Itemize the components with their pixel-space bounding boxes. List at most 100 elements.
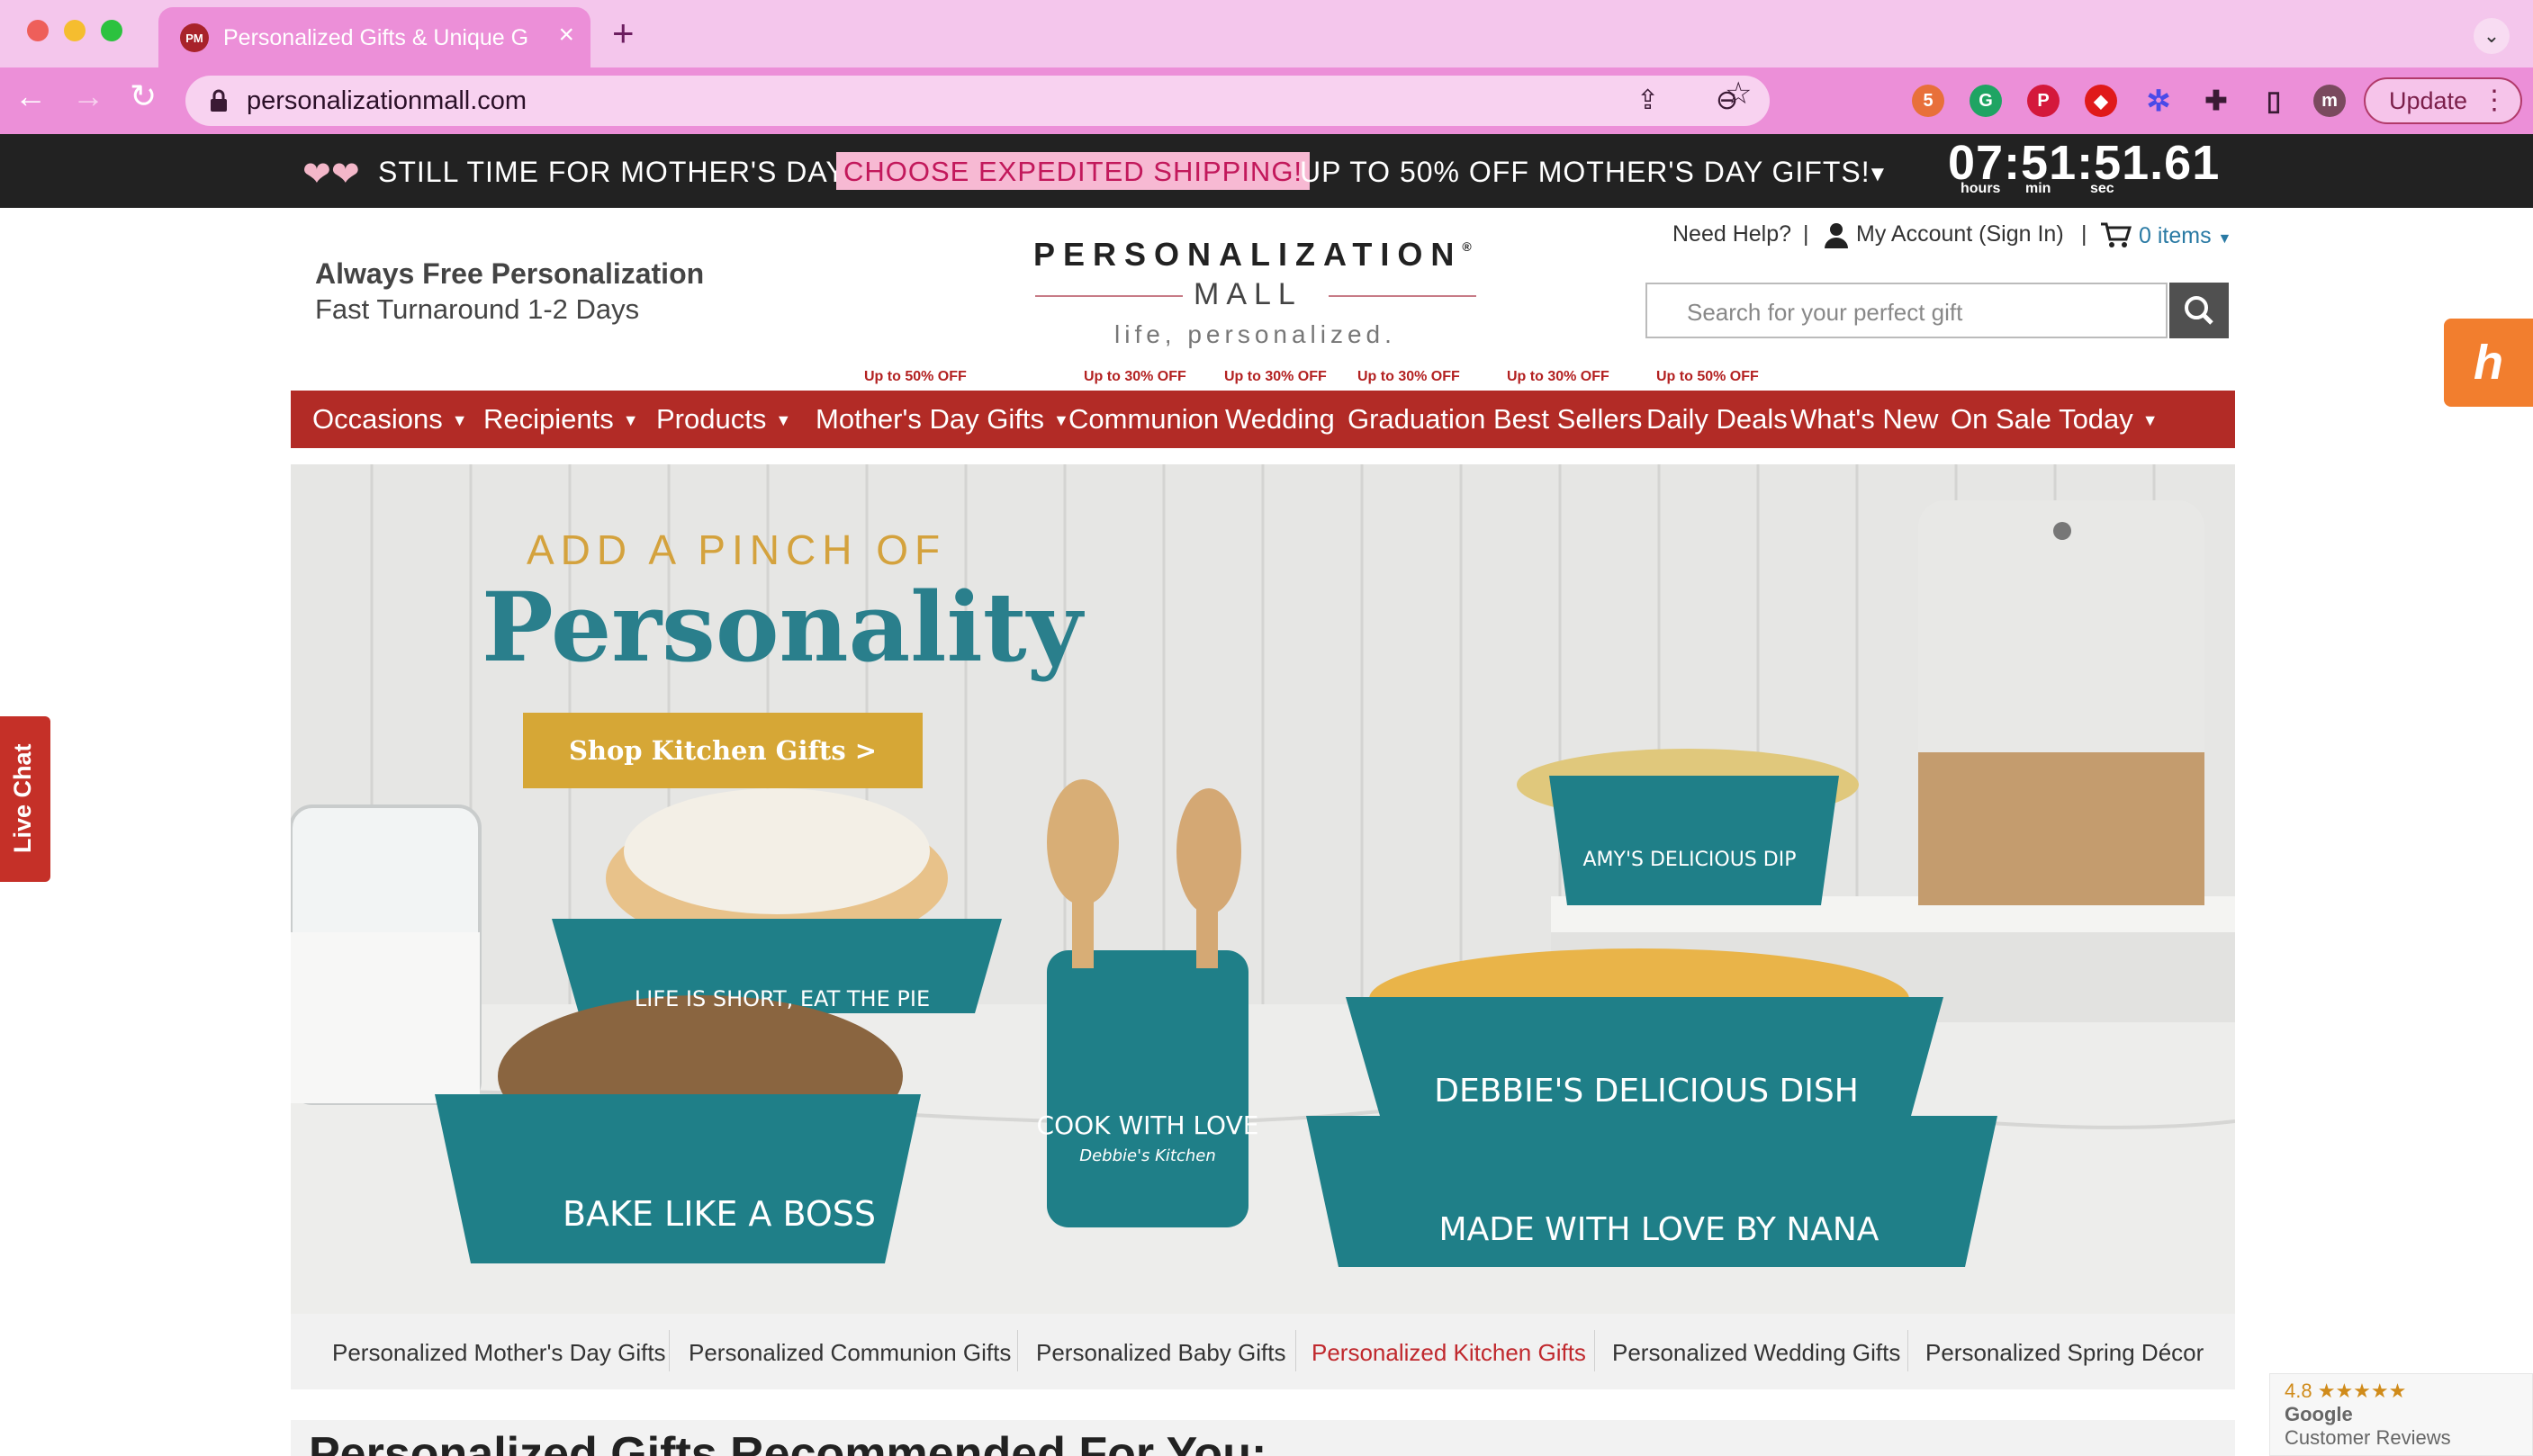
promo-dropdown-icon[interactable]: ▼: [1867, 162, 1888, 187]
nav-whats-new[interactable]: What's New: [1790, 403, 1938, 436]
menu-dots-icon: ⋮: [2481, 85, 2508, 115]
category-separator: [1594, 1330, 1595, 1371]
tab-search-chevron-icon[interactable]: ⌄: [2474, 18, 2510, 54]
share-icon[interactable]: ⇪: [1636, 85, 1659, 117]
search-button[interactable]: [2169, 283, 2229, 338]
forward-arrow-icon[interactable]: →: [72, 80, 104, 112]
live-chat-button[interactable]: Live Chat: [0, 716, 50, 882]
google-reviews-badge[interactable]: 4.8 ★★★★★ Google Customer Reviews: [2269, 1373, 2533, 1456]
header-separator: |: [1803, 221, 1809, 247]
pinterest-extension-icon[interactable]: P: [2027, 85, 2060, 117]
tab-close-icon[interactable]: ×: [558, 22, 574, 49]
back-arrow-icon[interactable]: ←: [14, 80, 47, 112]
close-window-button[interactable]: [27, 20, 49, 41]
honey-extension-icon[interactable]: h: [2444, 319, 2533, 407]
category-spring-decor[interactable]: Personalized Spring Décor: [1925, 1339, 2204, 1367]
nav-graduation[interactable]: Graduation: [1348, 403, 1485, 436]
google-rating: 4.8 ★★★★★: [2285, 1380, 2406, 1403]
minimize-window-button[interactable]: [64, 20, 86, 41]
category-wedding[interactable]: Personalized Wedding Gifts: [1612, 1339, 1900, 1367]
extension-badge-count: 5: [1923, 90, 1934, 111]
category-kitchen[interactable]: Personalized Kitchen Gifts: [1312, 1339, 1586, 1367]
need-help-link[interactable]: Need Help?: [1672, 221, 1791, 247]
address-bar[interactable]: personalizationmall.com ⊖ ⇪: [185, 76, 1770, 126]
category-separator: [1907, 1330, 1908, 1371]
nav-products[interactable]: Products ▼: [656, 403, 791, 436]
profile-avatar[interactable]: m: [2313, 85, 2346, 117]
google-reviews-label: Customer Reviews: [2285, 1426, 2451, 1449]
nav-on-sale-chevron-icon: ▼: [2141, 411, 2159, 429]
nav-mothers-day-gifts[interactable]: Mother's Day Gifts ▼: [816, 403, 1069, 436]
search-icon: [2185, 296, 2213, 325]
logo-wordmark: PERSONALIZATION®: [1033, 236, 1472, 274]
nav-badge-mothers-day: Up to 50% OFF: [864, 369, 967, 384]
nav-products-label: Products: [656, 403, 767, 435]
promo-highlight[interactable]: CHOOSE EXPEDITED SHIPPING!: [836, 152, 1311, 190]
profile-initial: m: [2321, 90, 2338, 111]
cart-items-link[interactable]: 0 items ▼: [2139, 223, 2231, 249]
extensions-puzzle-icon[interactable]: ✚: [2200, 85, 2232, 117]
search-input[interactable]: Search for your perfect gift: [1645, 283, 2168, 338]
nav-occasions[interactable]: Occasions ▼: [312, 403, 468, 436]
cart-chevron-icon: ▼: [2217, 231, 2232, 247]
category-communion[interactable]: Personalized Communion Gifts: [689, 1339, 1011, 1367]
logo-rule-right: [1329, 295, 1476, 297]
nav-wedding[interactable]: Wedding: [1225, 403, 1335, 436]
category-separator: [669, 1330, 670, 1371]
promo-text-1: STILL TIME FOR MOTHER'S DAY!: [378, 156, 855, 188]
hearts-icon: ❤❤: [302, 156, 360, 193]
nav-products-chevron-icon: ▼: [775, 411, 792, 429]
update-button[interactable]: Update ⋮: [2364, 77, 2522, 124]
nav-recipients-chevron-icon: ▼: [622, 411, 639, 429]
cart-items-text: 0 items: [2139, 223, 2212, 248]
nav-occasions-chevron-icon: ▼: [451, 411, 468, 429]
nav-communion[interactable]: Communion: [1068, 403, 1219, 436]
lock-icon: [211, 89, 227, 112]
sparkle-extension-icon[interactable]: ✲: [2142, 85, 2175, 117]
nav-daily-deals[interactable]: Daily Deals: [1646, 403, 1788, 436]
free-personalization-text: Always Free Personalization: [315, 257, 705, 290]
nav-best-sellers[interactable]: Best Sellers: [1493, 403, 1642, 436]
category-separator: [1017, 1330, 1018, 1371]
cart-icon[interactable]: [2099, 221, 2132, 248]
update-label: Update: [2389, 86, 2468, 114]
hero-banner[interactable]: LIFE IS SHORT, EAT THE PIE BAKE LIKE A B…: [291, 464, 2235, 1314]
shop-kitchen-gifts-button[interactable]: Shop Kitchen Gifts >: [523, 713, 923, 788]
new-tab-plus-icon[interactable]: +: [612, 14, 635, 52]
google-rating-value: 4.8: [2285, 1380, 2312, 1402]
nav-on-sale-label: On Sale Today: [1951, 403, 2133, 435]
extension-badge-icon[interactable]: 5: [1912, 85, 1944, 117]
site-favicon-icon: PM: [180, 23, 209, 52]
shield-extension-icon[interactable]: ◆: [2085, 85, 2117, 117]
category-baby[interactable]: Personalized Baby Gifts: [1036, 1339, 1285, 1367]
nav-recipients[interactable]: Recipients ▼: [483, 403, 639, 436]
tab-title: Personalized Gifts & Unique Gi: [223, 25, 529, 50]
bookmark-star-icon[interactable]: ☆: [1725, 77, 1752, 110]
logo-rule-left: [1035, 295, 1183, 297]
hero-kicker: ADD A PINCH OF: [527, 526, 947, 573]
logo-wordmark-text: PERSONALIZATION: [1033, 236, 1463, 273]
reload-icon[interactable]: ↻: [130, 80, 157, 112]
logo-registered-mark: ®: [1462, 239, 1472, 254]
nav-badge-wedding: Up to 30% OFF: [1224, 369, 1327, 384]
nav-badge-communion: Up to 30% OFF: [1084, 369, 1186, 384]
dish-text-pie: LIFE IS SHORT, EAT THE PIE: [635, 986, 930, 1011]
nav-badge-graduation: Up to 30% OFF: [1357, 369, 1460, 384]
turnaround-text: Fast Turnaround 1-2 Days: [315, 293, 640, 325]
my-account-link[interactable]: My Account (Sign In): [1856, 221, 2064, 247]
countdown-sec-label: sec: [2090, 181, 2114, 196]
nav-recipients-label: Recipients: [483, 403, 614, 435]
dish-text-crock: COOK WITH LOVE: [1037, 1110, 1259, 1140]
rating-stars-icon: ★★★★★: [2317, 1380, 2407, 1402]
grammarly-extension-icon[interactable]: G: [1970, 85, 2002, 117]
side-panel-icon[interactable]: ▯: [2258, 85, 2290, 117]
dish-text-macaroni: DEBBIE'S DELICIOUS DISH: [1434, 1073, 1859, 1110]
nav-on-sale-today[interactable]: On Sale Today ▼: [1951, 403, 2159, 436]
browser-tab-active[interactable]: PM Personalized Gifts & Unique Gi ×: [158, 7, 590, 68]
maximize-window-button[interactable]: [101, 20, 122, 41]
header-separator-2: |: [2081, 221, 2087, 247]
browser-tab-strip: PM Personalized Gifts & Unique Gi × + ⌄: [0, 0, 2533, 68]
url-text: personalizationmall.com: [247, 86, 527, 115]
nav-mothers-day-chevron-icon: ▼: [1052, 411, 1069, 429]
category-mothers-day[interactable]: Personalized Mother's Day Gifts: [332, 1339, 666, 1367]
